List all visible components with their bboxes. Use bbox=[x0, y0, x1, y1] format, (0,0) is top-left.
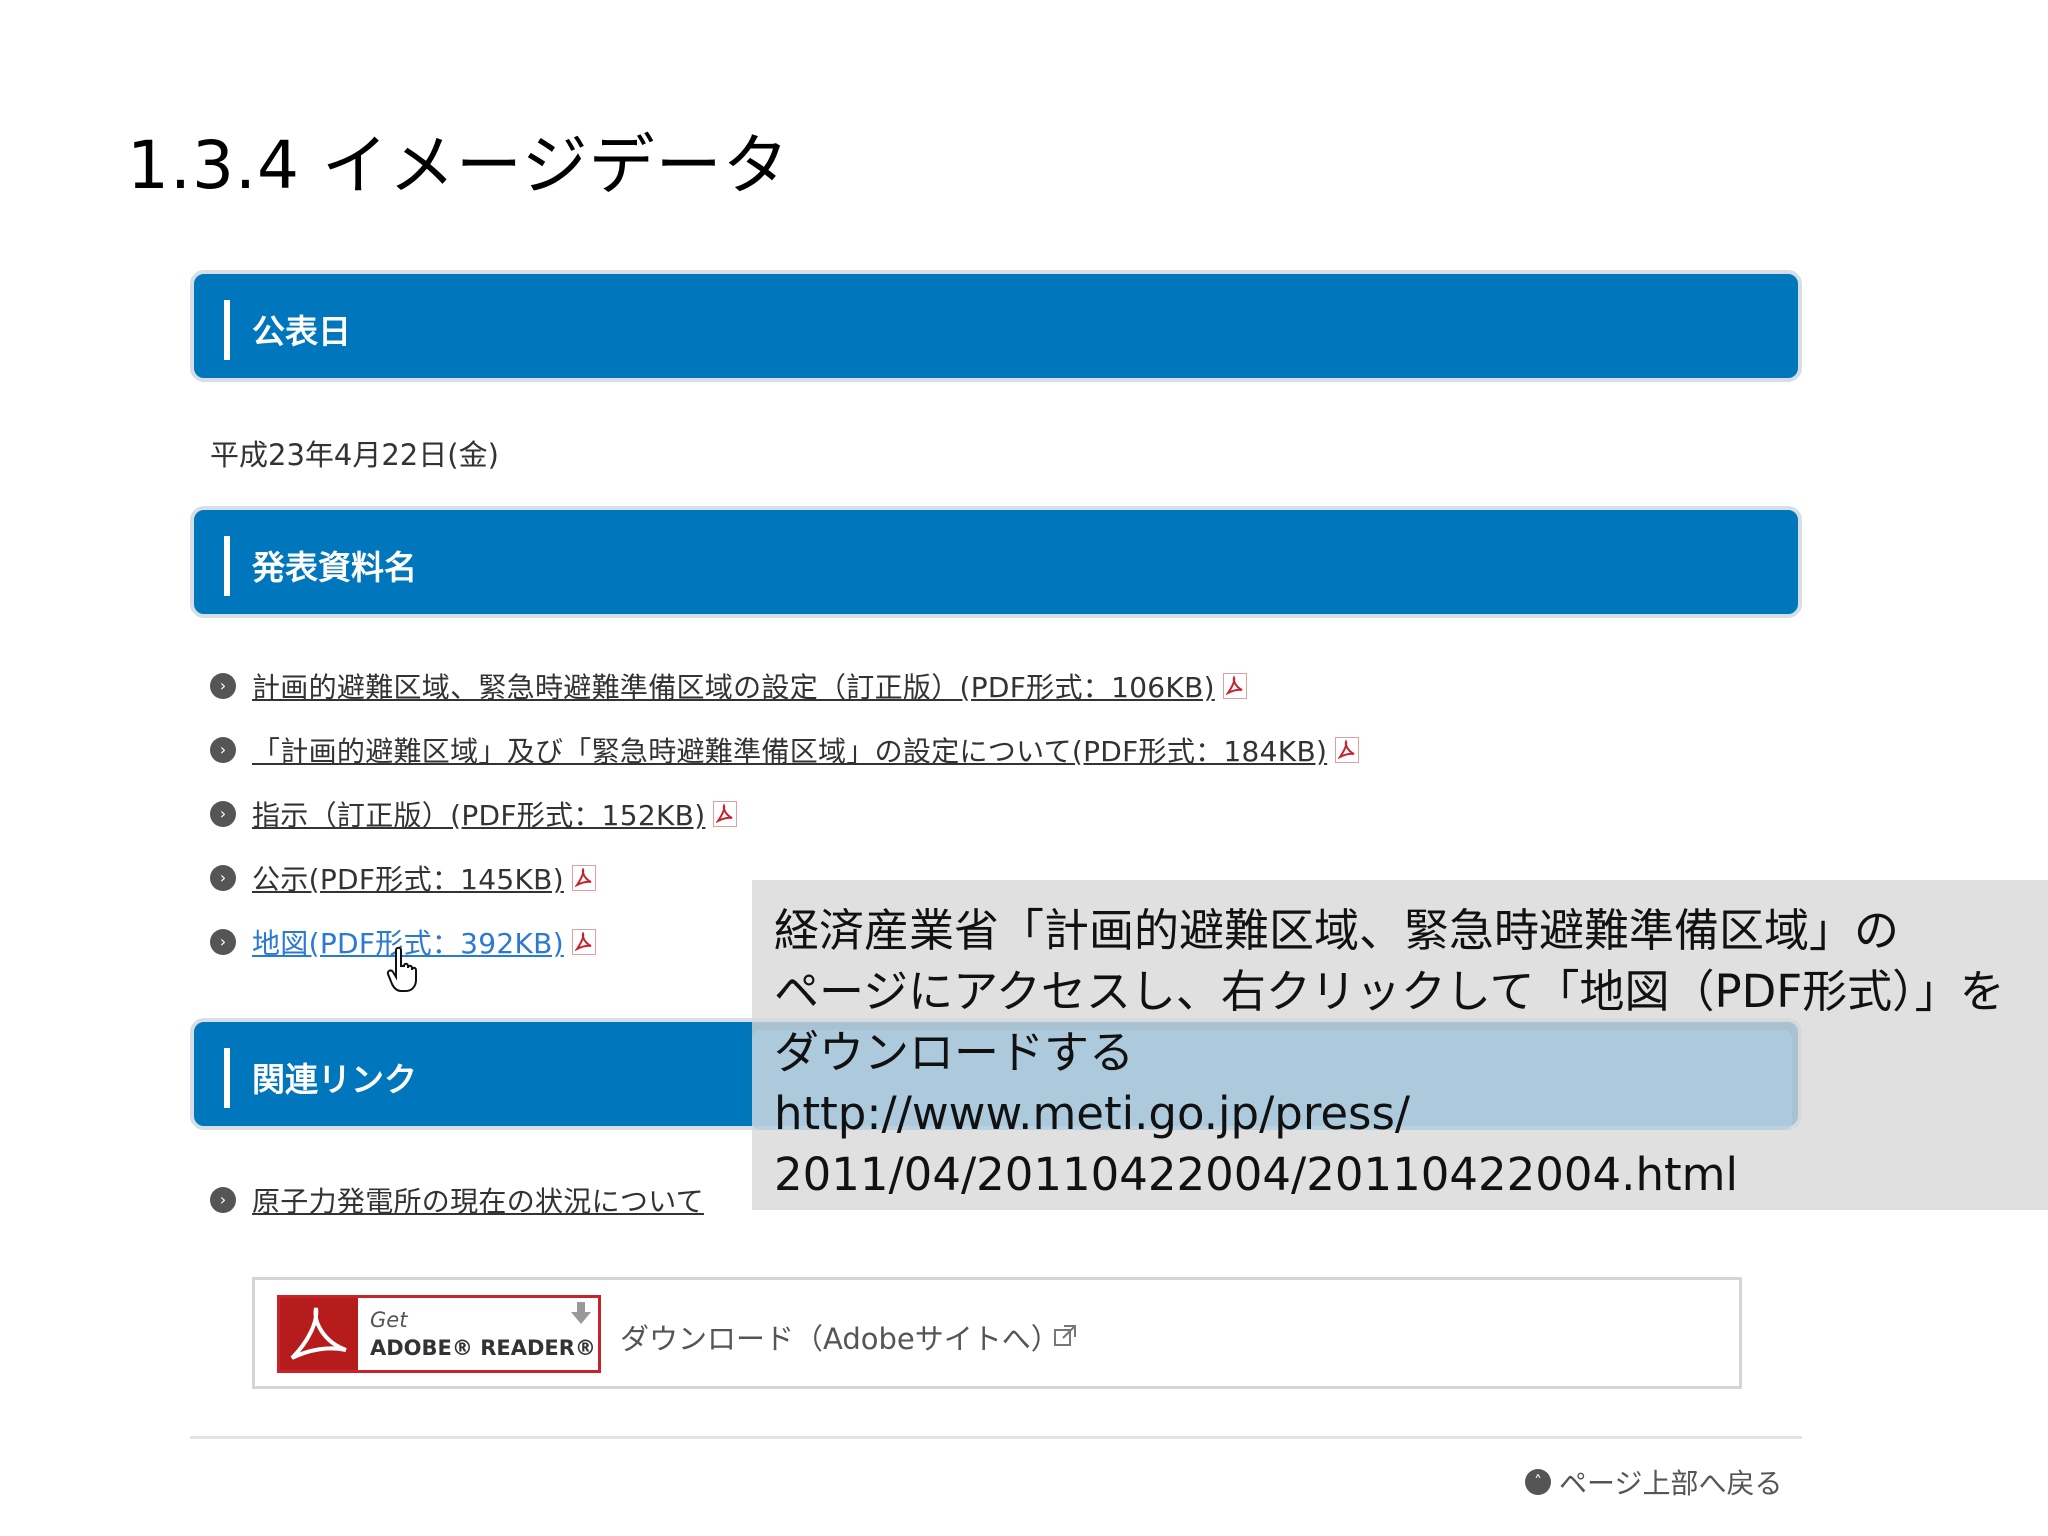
pdf-icon bbox=[1222, 673, 1247, 699]
list-item: › 指示（訂正版）(PDF形式：152KB) bbox=[210, 794, 738, 834]
section-bar bbox=[224, 1048, 230, 1108]
instruction-line-1: 経済産業省「計画的避難区域、緊急時避難準備区域」の bbox=[774, 904, 1900, 957]
chevron-right-icon: › bbox=[210, 801, 236, 827]
adobe-logo-icon bbox=[280, 1298, 358, 1370]
publish-date: 平成23年4月22日(金) bbox=[210, 438, 499, 472]
material-link-1[interactable]: 計画的避難区域、緊急時避難準備区域の設定（訂正版）(PDF形式：106KB) bbox=[252, 666, 1215, 706]
section-label-materials: 発表資料名 bbox=[252, 548, 417, 587]
chevron-right-icon: › bbox=[210, 865, 236, 891]
pdf-icon bbox=[1335, 737, 1360, 763]
list-item: › 計画的避難区域、緊急時避難準備区域の設定（訂正版）(PDF形式：106KB) bbox=[210, 666, 1247, 706]
adobe-get-label: Get bbox=[370, 1308, 408, 1332]
pdf-icon bbox=[713, 801, 738, 827]
adobe-reader-label: ADOBE® READER® bbox=[370, 1336, 596, 1360]
chevron-up-icon: ˄ bbox=[1525, 1469, 1551, 1495]
adobe-download-link[interactable]: ダウンロード（Adobeサイトへ） bbox=[620, 1316, 1060, 1358]
pdf-icon bbox=[571, 865, 596, 891]
instruction-url-2: 2011/04/20110422004/20110422004.html bbox=[774, 1148, 1738, 1201]
section-bar bbox=[224, 536, 230, 596]
instruction-line-3: ダウンロードする bbox=[774, 1026, 1135, 1079]
list-item: › 原子力発電所の現在の状況について bbox=[210, 1180, 704, 1220]
related-link-1[interactable]: 原子力発電所の現在の状況について bbox=[252, 1180, 704, 1220]
instruction-url-1: http://www.meti.go.jp/press/ bbox=[774, 1087, 1411, 1140]
download-arrow-icon bbox=[571, 1302, 591, 1324]
chevron-right-icon: › bbox=[210, 929, 236, 955]
chevron-right-icon: › bbox=[210, 673, 236, 699]
section-bar bbox=[224, 300, 230, 360]
page-top-link[interactable]: ˄ ページ上部へ戻る bbox=[1525, 1462, 1782, 1502]
instruction-line-2: ページにアクセスし、右クリックして「地図（PDF形式）」を bbox=[774, 965, 2005, 1018]
section-header-date: 公表日 bbox=[190, 270, 1802, 382]
external-link-icon bbox=[1054, 1325, 1076, 1346]
hand-pointer-icon bbox=[386, 946, 417, 992]
instruction-text: 経済産業省「計画的避難区域、緊急時避難準備区域」の ページにアクセスし、右クリッ… bbox=[774, 900, 2034, 1205]
get-adobe-reader-button[interactable]: Get ADOBE® READER® bbox=[277, 1295, 601, 1373]
chevron-right-icon: › bbox=[210, 737, 236, 763]
instruction-callout: 経済産業省「計画的避難区域、緊急時避難準備区域」の ページにアクセスし、右クリッ… bbox=[752, 880, 2048, 1210]
section-label-date: 公表日 bbox=[252, 312, 351, 351]
page-top-label: ページ上部へ戻る bbox=[1559, 1467, 1783, 1500]
footer-divider bbox=[190, 1436, 1802, 1439]
section-header-materials: 発表資料名 bbox=[190, 506, 1802, 618]
list-item: › 公示(PDF形式：145KB) bbox=[210, 858, 596, 898]
chevron-right-icon: › bbox=[210, 1187, 236, 1213]
slide-title: 1.3.4 イメージデータ bbox=[127, 127, 790, 204]
adobe-reader-box: Get ADOBE® READER® ダウンロード（Adobeサイトへ） bbox=[252, 1277, 1742, 1389]
material-link-4[interactable]: 公示(PDF形式：145KB) bbox=[252, 858, 564, 898]
list-item: › 「計画的避難区域」及び「緊急時避難準備区域」の設定について(PDF形式：18… bbox=[210, 730, 1360, 770]
pdf-icon bbox=[571, 929, 596, 955]
material-link-2[interactable]: 「計画的避難区域」及び「緊急時避難準備区域」の設定について(PDF形式：184K… bbox=[252, 730, 1327, 770]
section-label-related: 関連リンク bbox=[252, 1060, 417, 1099]
material-link-3[interactable]: 指示（訂正版）(PDF形式：152KB) bbox=[252, 794, 705, 834]
